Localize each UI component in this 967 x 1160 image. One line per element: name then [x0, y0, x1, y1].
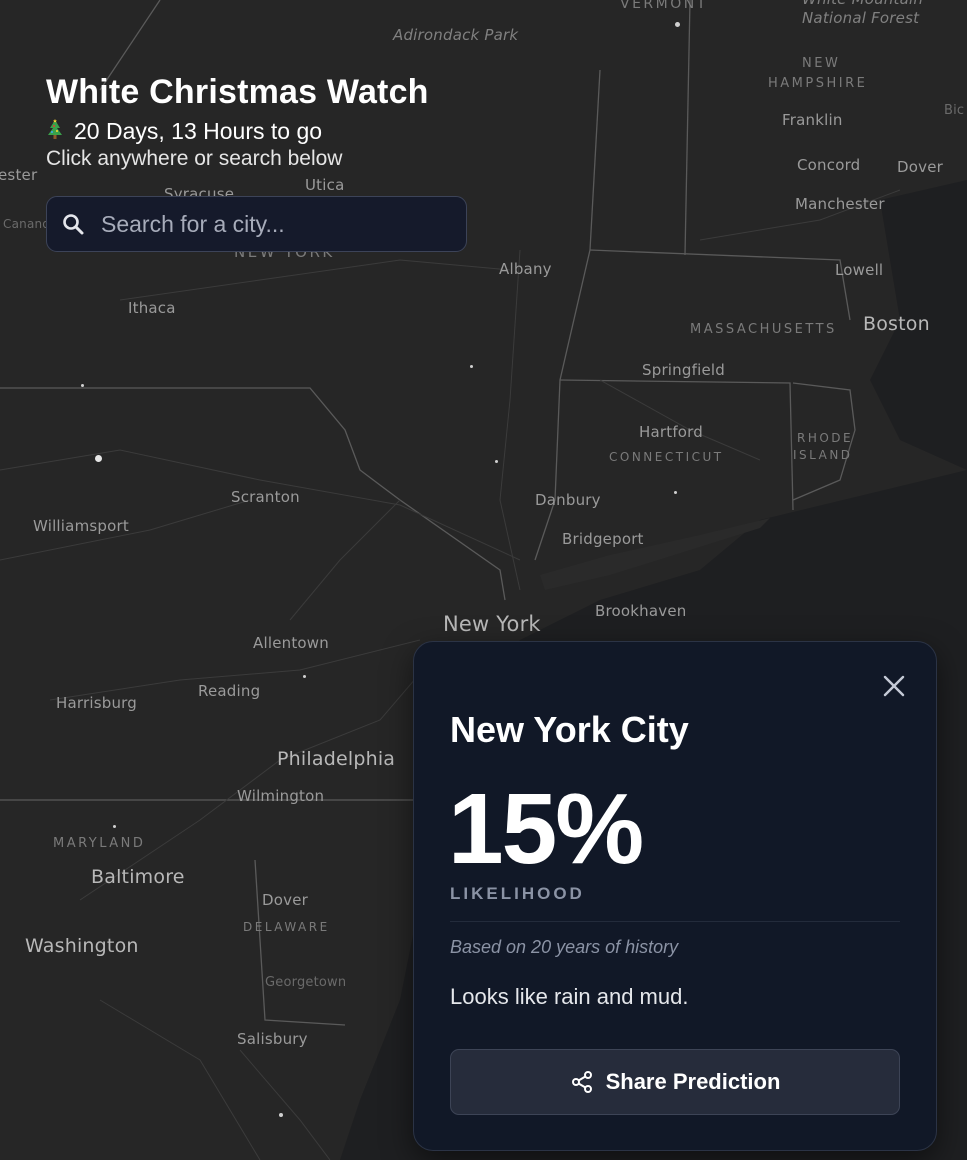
likelihood-value: 15% — [448, 773, 644, 885]
map-label-boston: Boston — [863, 313, 930, 335]
hint-text: Click anywhere or search below — [46, 147, 343, 170]
map-label-wilmington: Wilmington — [237, 787, 325, 805]
map-label-brookhaven: Brookhaven — [595, 602, 687, 620]
close-icon — [883, 675, 905, 697]
map-label-philadelphia: Philadelphia — [277, 748, 396, 770]
map-label-dover-nh: Dover — [897, 158, 943, 176]
share-button[interactable]: Share Prediction — [450, 1049, 900, 1115]
map-dot — [674, 491, 677, 494]
header: White Christmas Watch 20 Days, 13 Hours … — [46, 70, 486, 172]
map-label-scranton: Scranton — [231, 488, 300, 506]
map-dot — [303, 675, 306, 678]
map-label-national-forest: National Forest — [802, 9, 920, 27]
map-label-new-york: New York — [443, 612, 541, 636]
map-label-rhode-1: RHODE — [797, 431, 854, 445]
map-label-connecticut: CONNECTICUT — [609, 450, 724, 464]
map-label-delaware: DELAWARE — [243, 920, 330, 934]
map-label-canandaigua: Canand — [3, 217, 51, 231]
app-title: White Christmas Watch — [46, 73, 429, 111]
close-button[interactable] — [878, 670, 910, 702]
map-label-danbury: Danbury — [535, 491, 601, 509]
map-label-utica: Utica — [305, 176, 345, 194]
map-dot — [495, 460, 498, 463]
map-label-georgetown: Georgetown — [265, 975, 347, 990]
search-icon — [63, 214, 84, 235]
map-label-concord: Concord — [797, 156, 861, 174]
map-label-reading: Reading — [198, 682, 261, 700]
city-name: New York City — [450, 709, 689, 750]
search-box[interactable] — [46, 196, 467, 252]
map-label-albany: Albany — [499, 260, 552, 278]
share-icon — [571, 1071, 592, 1093]
map-label-dover-de: Dover — [262, 891, 308, 909]
likelihood-label: LIKELIHOOD — [450, 884, 585, 903]
prediction-card: New York City 15% LIKELIHOOD Based on 20… — [413, 641, 937, 1151]
map-label-manchester: Manchester — [795, 195, 885, 213]
map-label-ithaca: Ithaca — [128, 299, 176, 317]
countdown: 20 Days, 13 Hours to go — [46, 116, 486, 146]
map-dot — [95, 455, 102, 462]
map-dot — [279, 1113, 283, 1117]
map-label-maryland: MARYLAND — [53, 836, 146, 851]
map-dot — [113, 825, 116, 828]
christmas-tree-icon — [48, 119, 62, 139]
map-label-baltimore: Baltimore — [91, 866, 185, 888]
search-input[interactable] — [101, 210, 441, 238]
map-label-franklin: Franklin — [782, 111, 843, 129]
history-note: Based on 20 years of history — [450, 937, 679, 957]
map-dot — [81, 384, 84, 387]
map-label-washington: Washington — [25, 935, 139, 957]
map-label-adirondack: Adirondack Park — [393, 26, 519, 44]
map-label-springfield: Springfield — [642, 361, 725, 379]
map-label-rhode-2: ISLAND — [793, 448, 853, 462]
map-label-bic: Bic — [944, 103, 965, 118]
map-label-lowell: Lowell — [835, 261, 884, 279]
map-label-allentown: Allentown — [253, 634, 329, 652]
map-label-massachusetts: MASSACHUSETTS — [690, 322, 837, 337]
map-label-harrisburg: Harrisburg — [56, 694, 137, 712]
map-label-hartford: Hartford — [639, 423, 704, 441]
map-label-williamsport: Williamsport — [33, 517, 129, 535]
countdown-text: 20 Days, 13 Hours to go — [74, 118, 323, 144]
verdict-text: Looks like rain and mud. — [450, 984, 689, 1009]
map-label-new-hampshire-2: HAMPSHIRE — [768, 76, 868, 91]
map-label-new-hampshire-1: NEW — [802, 56, 841, 71]
map-label-bridgeport: Bridgeport — [562, 530, 644, 548]
share-button-label: Share Prediction — [605, 1069, 781, 1094]
map-label-salisbury: Salisbury — [237, 1030, 308, 1048]
map-label-rochester: ester — [0, 166, 38, 184]
map-dot — [470, 365, 473, 368]
divider — [450, 921, 900, 922]
map-label-white-mountain: White Mountain — [802, 0, 923, 8]
map-dot — [675, 22, 680, 27]
map-label-vermont: VERMONT — [620, 0, 708, 12]
